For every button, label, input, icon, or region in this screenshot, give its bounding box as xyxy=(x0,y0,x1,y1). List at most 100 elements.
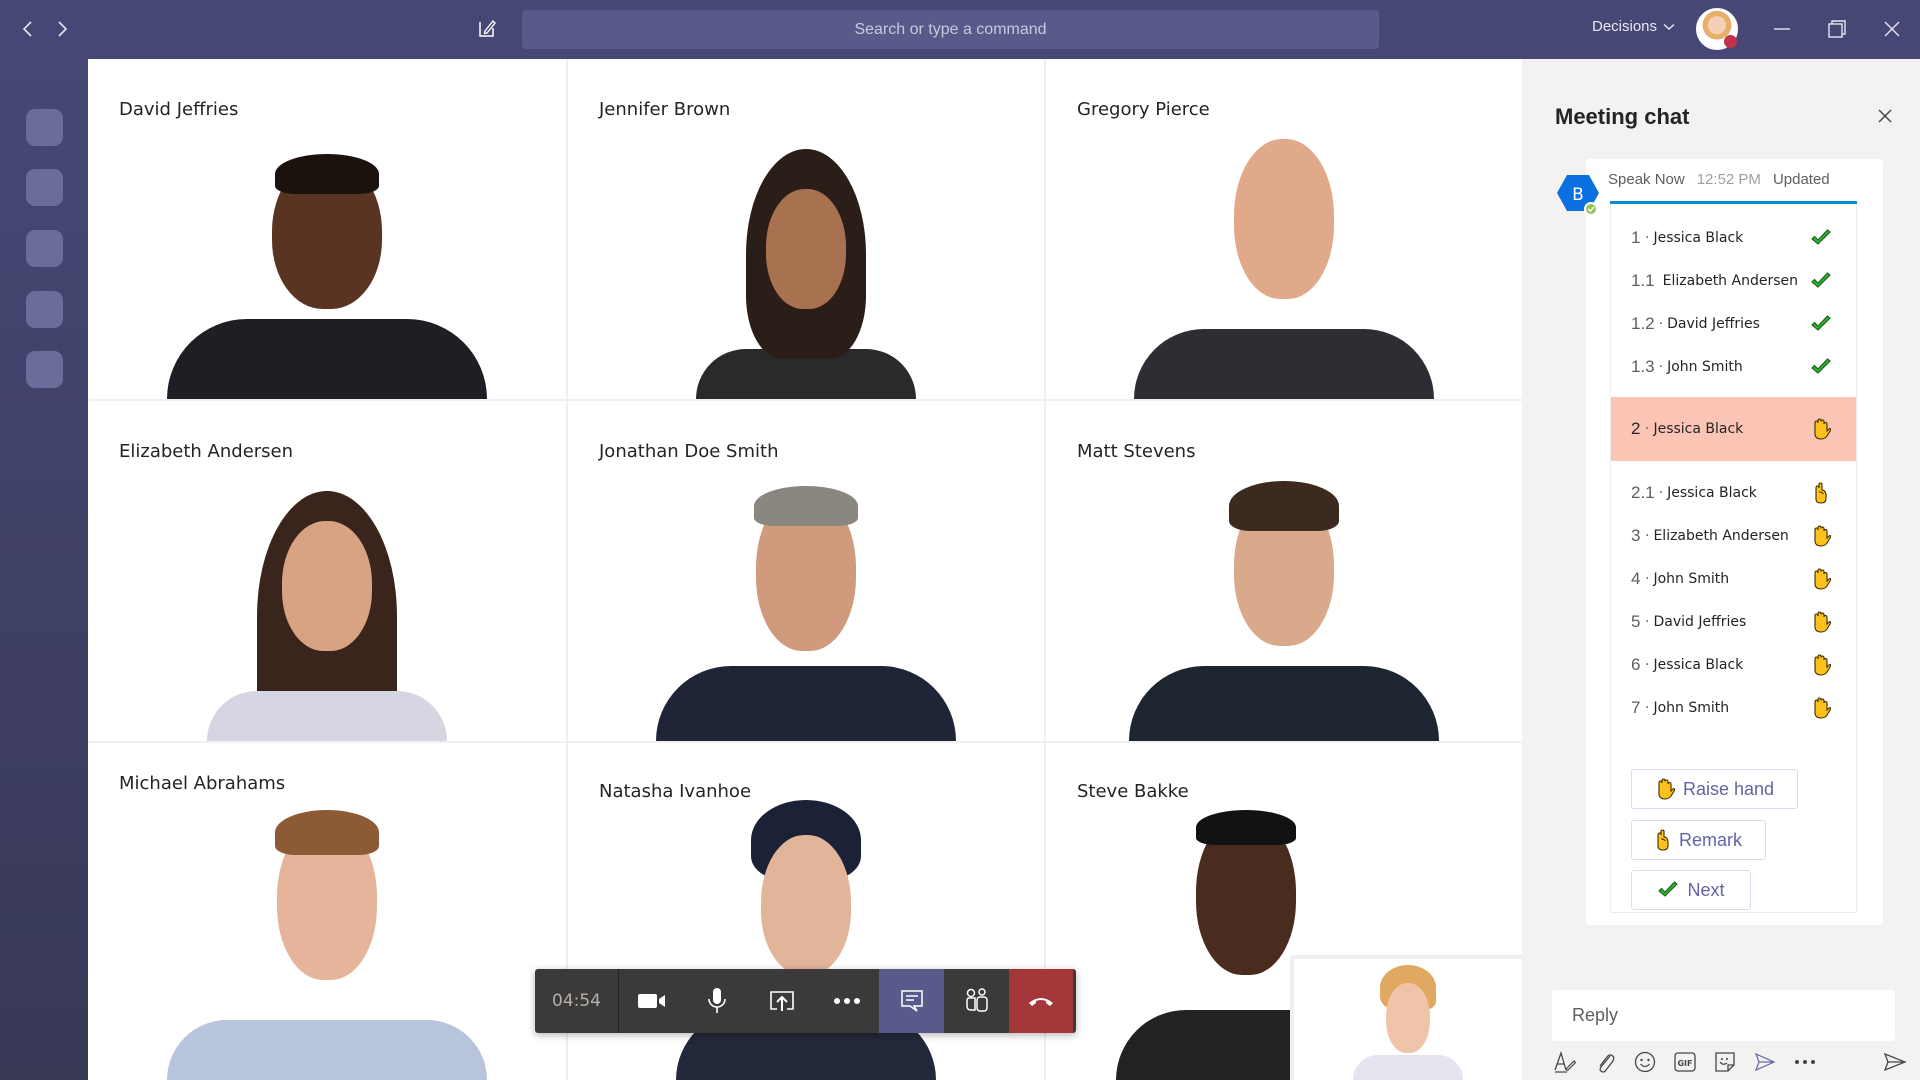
back-button[interactable] xyxy=(16,16,40,42)
self-video-preview[interactable] xyxy=(1290,955,1522,1080)
call-timer: 04:54 xyxy=(535,969,619,1033)
chat-title: Meeting chat xyxy=(1555,104,1690,129)
bot-avatar-initial: B xyxy=(1572,185,1584,205)
more-icon xyxy=(1795,1060,1815,1064)
meet-now-icon xyxy=(1754,1052,1776,1072)
raise-hand-button[interactable]: Raise hand xyxy=(1631,769,1798,809)
forward-button[interactable] xyxy=(50,16,74,42)
participant-tile[interactable]: Jennifer Brown xyxy=(568,59,1044,399)
close-icon xyxy=(1878,109,1892,123)
check-icon xyxy=(1811,271,1831,288)
svg-text:GIF: GIF xyxy=(1677,1059,1692,1068)
participant-tile[interactable]: Elizabeth Andersen xyxy=(88,401,566,741)
check-icon xyxy=(1811,314,1831,331)
queue-separator: · xyxy=(1658,358,1664,375)
self-video xyxy=(1338,965,1478,1080)
participant-tile[interactable]: Gregory Pierce xyxy=(1046,59,1522,399)
participant-name: Gregory Pierce xyxy=(1077,99,1210,120)
call-controls: 04:54 xyxy=(535,969,1076,1033)
org-dropdown[interactable]: Decisions xyxy=(1592,18,1675,35)
participants-button[interactable] xyxy=(944,969,1009,1033)
queue-number: 2.1 xyxy=(1631,482,1655,502)
close-icon xyxy=(1884,21,1900,37)
meet-now-button[interactable] xyxy=(1752,1049,1778,1075)
queue-separator: · xyxy=(1645,699,1650,716)
queue-speaker-name: Jessica Black xyxy=(1653,656,1744,673)
queue-status xyxy=(1810,313,1832,335)
hang-up-icon xyxy=(1029,998,1053,1006)
camera-button[interactable] xyxy=(619,969,684,1033)
app-rail xyxy=(0,59,88,1080)
participant-tile[interactable]: Matt Stevens xyxy=(1046,401,1522,741)
queue-number: 3 xyxy=(1631,525,1641,545)
hang-up-button[interactable] xyxy=(1009,969,1073,1033)
queue-speaker-name: Jessica Black xyxy=(1667,484,1757,501)
emoji-icon xyxy=(1634,1051,1656,1073)
participant-tile[interactable]: Michael Abrahams xyxy=(88,743,566,1080)
participant-video xyxy=(646,481,966,741)
forward-icon xyxy=(58,21,68,37)
participant-video xyxy=(676,149,936,399)
reply-input[interactable]: Reply xyxy=(1552,990,1895,1041)
more-compose-options-button[interactable] xyxy=(1792,1049,1818,1075)
restore-button[interactable] xyxy=(1822,14,1852,44)
participant-video xyxy=(1124,139,1444,399)
remark-hand-icon xyxy=(1815,481,1827,504)
rail-item-2[interactable] xyxy=(26,169,63,206)
message-sender: Speak Now xyxy=(1608,171,1685,188)
next-button[interactable]: Next xyxy=(1631,870,1751,910)
emoji-button[interactable] xyxy=(1632,1049,1658,1075)
participant-tile[interactable]: David Jeffries xyxy=(88,59,566,399)
queue-item: 1.2 · David Jeffries xyxy=(1611,302,1856,345)
rail-item-1[interactable] xyxy=(26,109,63,146)
rail-item-4[interactable] xyxy=(26,291,63,328)
gif-icon: GIF xyxy=(1674,1052,1696,1072)
queue-number: 4 xyxy=(1631,568,1641,588)
queue-status xyxy=(1810,696,1832,719)
meeting-chat-panel: Meeting chat Speak Now 12:52 PM Updated … xyxy=(1522,59,1920,1080)
send-button[interactable] xyxy=(1882,1049,1908,1075)
sticker-button[interactable] xyxy=(1712,1049,1738,1075)
queue-item: 7 · John Smith xyxy=(1611,686,1856,729)
message-status: Updated xyxy=(1772,171,1830,188)
minimize-button[interactable] xyxy=(1767,14,1797,44)
close-chat-button[interactable] xyxy=(1874,105,1896,127)
attach-icon xyxy=(1599,1054,1615,1073)
participant-tile[interactable]: Jonathan Doe Smith xyxy=(568,401,1044,741)
new-chat-button[interactable] xyxy=(474,15,500,41)
rail-item-5[interactable] xyxy=(26,351,63,388)
share-screen-button[interactable] xyxy=(749,969,814,1033)
format-button[interactable] xyxy=(1552,1049,1578,1075)
chat-button[interactable] xyxy=(879,969,944,1033)
queue-speaker-name: John Smith xyxy=(1667,358,1743,375)
queue-number: 1.2 xyxy=(1631,313,1655,333)
queue-speaker-name: John Smith xyxy=(1653,699,1730,716)
org-dropdown-label: Decisions xyxy=(1592,18,1658,35)
remark-button[interactable]: Remark xyxy=(1631,820,1766,860)
minimize-icon xyxy=(1774,28,1790,30)
queue-status xyxy=(1810,418,1832,440)
rail-item-3[interactable] xyxy=(26,230,63,267)
queue-separator: · xyxy=(1645,229,1650,246)
participant-name: Jonathan Doe Smith xyxy=(599,441,779,462)
microphone-button[interactable] xyxy=(684,969,749,1033)
close-button[interactable] xyxy=(1877,14,1907,44)
raised-hand-icon xyxy=(1814,696,1831,719)
queue-status xyxy=(1810,227,1832,249)
participant-video xyxy=(177,491,477,741)
format-icon xyxy=(1554,1050,1577,1073)
sticker-icon xyxy=(1715,1052,1735,1072)
message-time: 12:52 PM xyxy=(1696,171,1761,188)
share-screen-icon xyxy=(769,991,794,1011)
search-input[interactable]: Search or type a command xyxy=(522,10,1379,49)
participant-name: Steve Bakke xyxy=(1077,781,1189,802)
raised-hand-icon xyxy=(1814,418,1831,440)
attach-button[interactable] xyxy=(1592,1049,1618,1075)
more-options-button[interactable] xyxy=(814,969,879,1033)
action-label: Raise hand xyxy=(1682,778,1775,799)
more-icon xyxy=(833,998,860,1004)
compose-icon xyxy=(479,19,496,37)
microphone-icon xyxy=(707,988,726,1013)
gif-button[interactable]: GIF xyxy=(1672,1049,1698,1075)
participant-name: Natasha Ivanhoe xyxy=(599,781,752,802)
